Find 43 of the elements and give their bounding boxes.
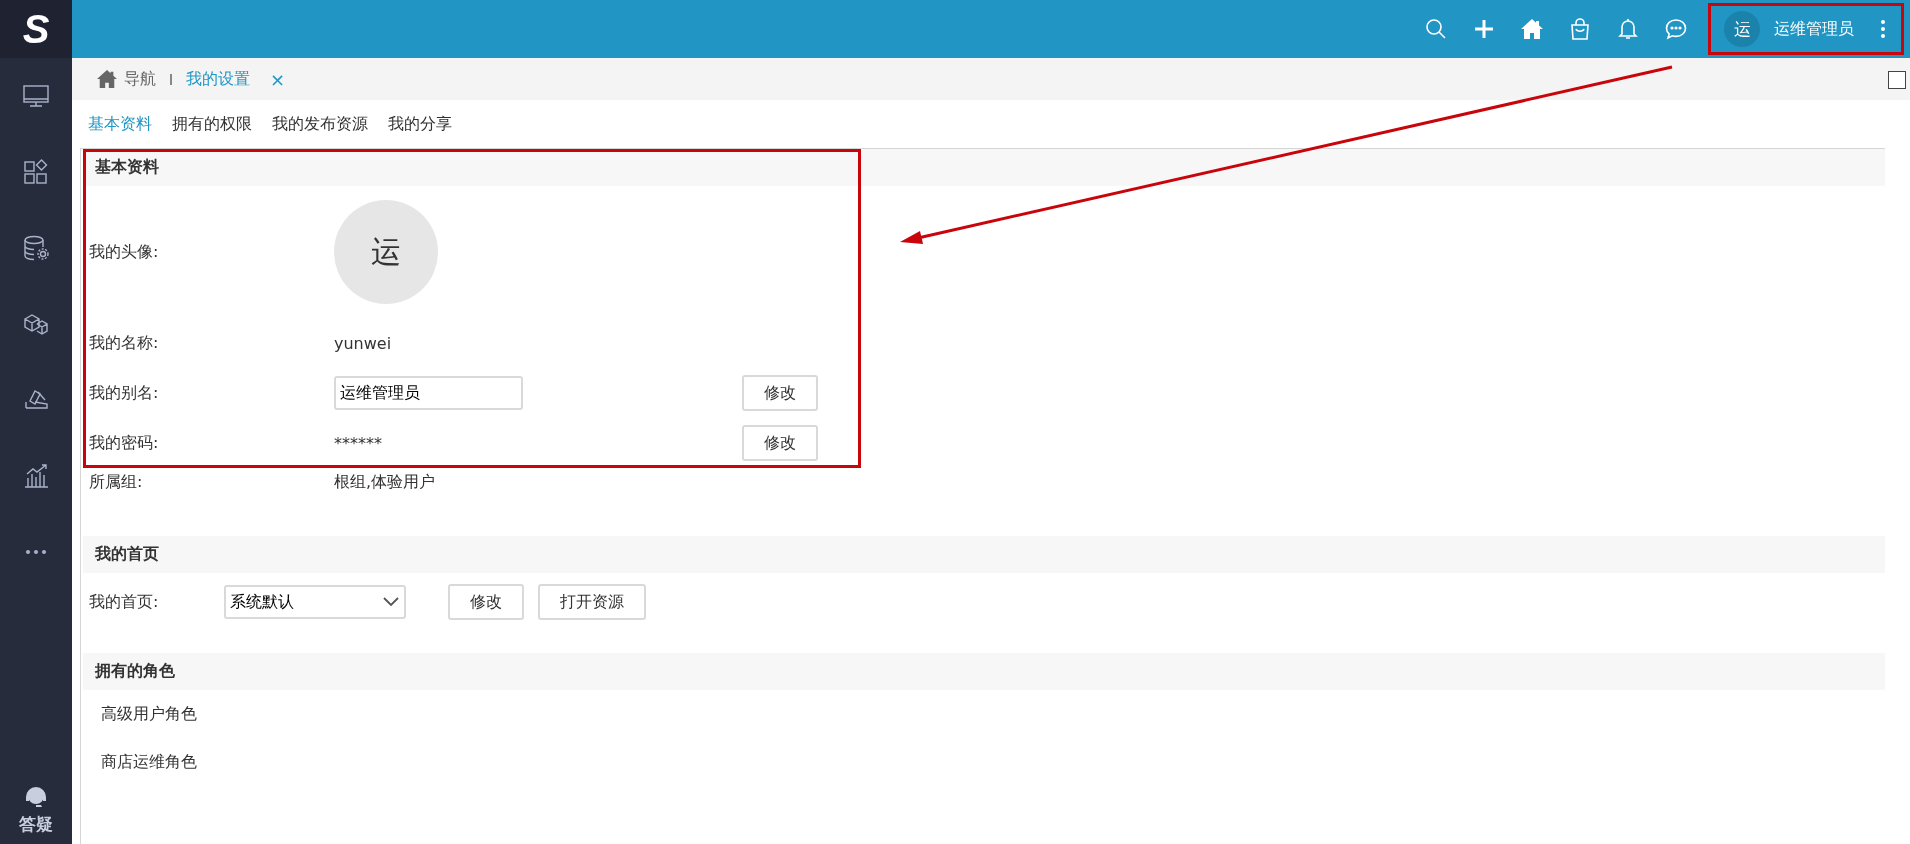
home-icon[interactable]	[96, 69, 118, 89]
field-value: ******	[334, 433, 383, 453]
field-label: 我的密码:	[89, 432, 160, 454]
homepage-dropdown[interactable]: 系统默认	[224, 585, 406, 619]
chat-bubble-icon[interactable]	[1664, 17, 1688, 41]
field-label: 所属组:	[89, 472, 144, 493]
field-label: 我的别名:	[89, 382, 160, 404]
role-item: 高级用户角色	[101, 703, 197, 725]
user-avatar[interactable]: 运	[1724, 11, 1760, 47]
help-button[interactable]: 答疑	[19, 783, 53, 836]
action-button[interactable]: 打开资源	[538, 584, 646, 620]
tab[interactable]: 我的发布资源	[272, 113, 368, 135]
maximize-icon[interactable]	[1888, 71, 1906, 89]
field-value: 根组,体验用户	[334, 472, 437, 493]
field-value: yunwei	[334, 333, 393, 353]
database-icon[interactable]	[22, 234, 50, 262]
bag-icon[interactable]	[1568, 17, 1592, 41]
chart-icon[interactable]	[22, 462, 50, 490]
avatar: 运	[334, 200, 438, 304]
section-title: 我的首页	[95, 544, 159, 565]
plus-icon[interactable]	[1472, 17, 1496, 41]
chevron-down-icon[interactable]	[382, 596, 400, 608]
field-label: 我的首页:	[89, 591, 160, 613]
section-title: 基本资料	[95, 157, 159, 178]
action-button[interactable]: 修改	[448, 584, 524, 620]
logo[interactable]: S	[0, 0, 72, 58]
home-icon[interactable]	[1520, 17, 1544, 41]
section-title: 拥有的角色	[95, 661, 175, 682]
breadcrumb-tab[interactable]: 导航	[124, 68, 156, 90]
tab[interactable]: 基本资料	[88, 113, 152, 135]
more-icon[interactable]	[1880, 19, 1886, 39]
search-icon[interactable]	[1424, 17, 1448, 41]
field-label: 我的头像:	[89, 241, 160, 263]
edit-button[interactable]: 修改	[742, 375, 818, 411]
widgets-icon[interactable]	[22, 158, 50, 186]
alias-field[interactable]: 运维管理员	[334, 376, 523, 410]
edit-button[interactable]: 修改	[742, 425, 818, 461]
monitor-icon[interactable]	[22, 82, 50, 110]
tab[interactable]: 拥有的权限	[172, 113, 252, 135]
tab[interactable]: 我的分享	[388, 113, 452, 135]
bell-icon[interactable]	[1616, 17, 1640, 41]
role-item: 商店运维角色	[101, 751, 197, 773]
field-label: 我的名称:	[89, 332, 160, 354]
